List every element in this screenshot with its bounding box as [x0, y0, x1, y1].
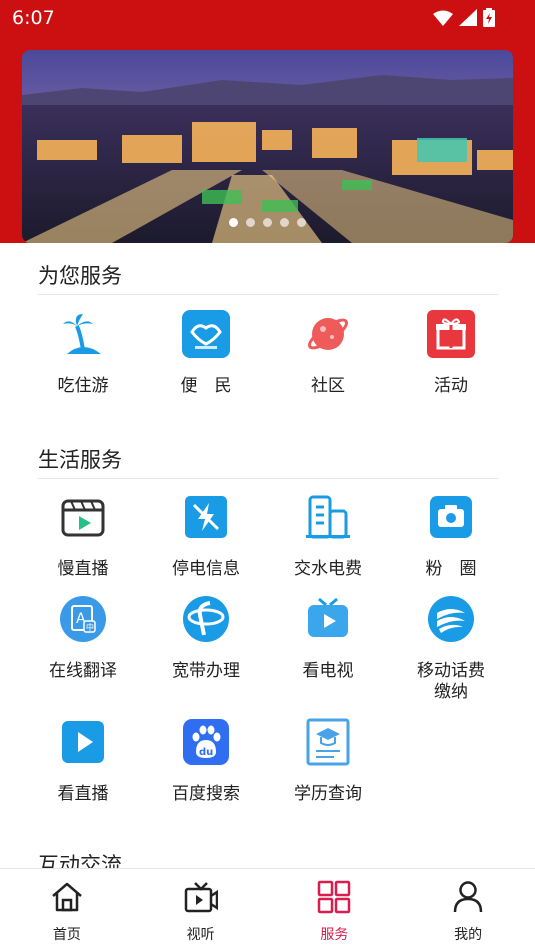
service-item-convenience[interactable]: 便 民	[145, 310, 267, 397]
no-electricity-icon	[185, 496, 227, 538]
video-icon	[184, 882, 218, 913]
service-label: 便 民	[180, 376, 232, 396]
service-item-community[interactable]: 社区	[267, 310, 389, 397]
service-item-watch-live[interactable]: 看直播	[22, 718, 144, 805]
service-label: 粉 圈	[425, 559, 477, 579]
banner-image	[22, 50, 513, 243]
svg-text:中: 中	[86, 622, 94, 632]
service-item-broadband[interactable]: 宽带办理	[145, 595, 267, 682]
service-item-mobile-bill[interactable]: 移动话费缴纳	[390, 595, 512, 703]
carousel-dot[interactable]	[263, 218, 272, 227]
service-label: 交水电费	[294, 559, 362, 579]
service-label: 慢直播	[57, 559, 109, 579]
banner-carousel[interactable]	[22, 50, 513, 243]
service-label: 吃住游	[57, 376, 109, 396]
status-time: 6:07	[12, 7, 55, 29]
camera-icon	[430, 496, 472, 538]
service-item-watch-tv[interactable]: 看电视	[267, 595, 389, 682]
service-item-baidu-search[interactable]: du 百度搜索	[145, 718, 267, 805]
section-divider	[38, 478, 498, 479]
services-content: 为您服务 吃住游 便 民 社区 活动 生活服务 慢直播 停电信息 交水电费 粉 …	[0, 243, 535, 868]
tv-icon	[308, 597, 348, 637]
translate-icon: A 中	[60, 596, 106, 642]
bottom-navigation: 首页 视听 服务 我的	[0, 868, 535, 951]
service-label: 百度搜索	[172, 784, 240, 804]
baidu-icon: du	[183, 719, 229, 765]
gift-icon	[427, 310, 475, 358]
svg-text:du: du	[199, 747, 213, 758]
user-icon	[453, 881, 483, 913]
service-item-slow-live[interactable]: 慢直播	[22, 493, 144, 580]
service-item-food-stay-travel[interactable]: 吃住游	[22, 310, 144, 397]
section-title-our-services: 为您服务	[38, 264, 122, 288]
service-label: 宽带办理	[172, 661, 240, 681]
battery-icon	[483, 8, 495, 27]
service-item-water-electric-bill[interactable]: 交水电费	[267, 493, 389, 580]
telecom-icon	[183, 596, 229, 642]
carousel-dot[interactable]	[229, 218, 238, 227]
nav-home[interactable]: 首页	[0, 869, 134, 951]
service-label: 看直播	[57, 784, 109, 804]
status-icons	[433, 8, 495, 27]
nav-label: 服务	[320, 927, 349, 943]
education-certificate-icon	[306, 718, 350, 766]
carousel-dot[interactable]	[297, 218, 306, 227]
clapperboard-icon	[61, 499, 105, 537]
status-bar: 6:07	[0, 0, 535, 36]
nav-label: 视听	[186, 927, 215, 943]
section-title-life-services: 生活服务	[38, 448, 122, 472]
live-play-icon	[62, 721, 104, 763]
service-item-education-query[interactable]: 学历查询	[267, 718, 389, 805]
service-item-activities[interactable]: 活动	[390, 310, 512, 397]
service-label: 移动话费缴纳	[417, 661, 485, 702]
service-item-online-translation[interactable]: A 中 在线翻译	[22, 595, 144, 682]
service-label: 社区	[311, 376, 345, 396]
nav-services[interactable]: 服务	[268, 869, 402, 951]
nav-mine[interactable]: 我的	[401, 869, 535, 951]
building-icon	[306, 495, 350, 539]
section-divider	[38, 294, 498, 295]
home-icon	[52, 882, 82, 912]
planet-icon	[308, 318, 348, 350]
nav-label: 首页	[52, 927, 81, 943]
service-label: 学历查询	[294, 784, 362, 804]
service-label: 看电视	[302, 661, 354, 681]
service-label: 活动	[434, 376, 468, 396]
service-item-fan-circle[interactable]: 粉 圈	[390, 493, 512, 580]
nav-audiovisual[interactable]: 视听	[134, 869, 268, 951]
china-mobile-icon	[428, 596, 474, 642]
service-label: 停电信息	[172, 559, 240, 579]
grid-icon	[318, 880, 351, 914]
service-item-power-outage[interactable]: 停电信息	[145, 493, 267, 580]
signal-icon	[459, 9, 477, 26]
carousel-indicator	[22, 218, 513, 227]
wifi-icon	[433, 10, 453, 26]
service-label: 在线翻译	[49, 661, 117, 681]
handshake-icon	[182, 310, 230, 358]
section-title-interaction: 互动交流	[38, 853, 122, 868]
nav-label: 我的	[454, 927, 483, 943]
palm-island-icon	[63, 314, 101, 354]
carousel-dot[interactable]	[280, 218, 289, 227]
carousel-dot[interactable]	[246, 218, 255, 227]
